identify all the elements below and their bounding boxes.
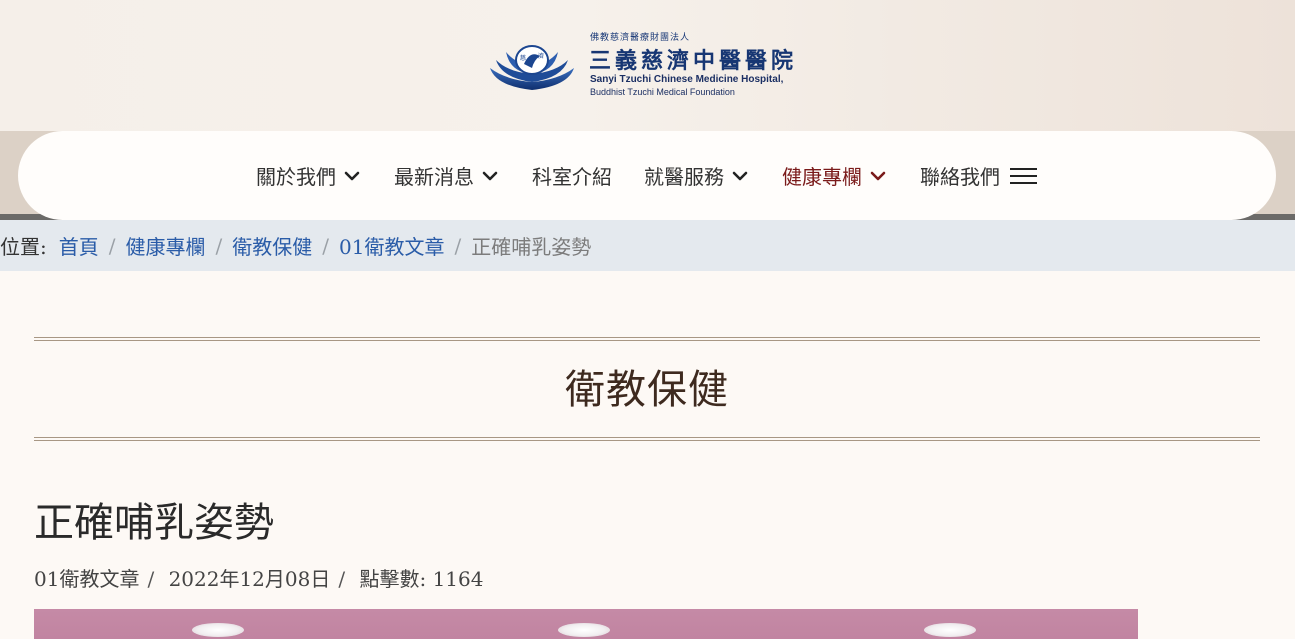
bottle-cap-shape (924, 623, 976, 637)
article-meta: 01衛教文章 / 2022年12月08日 / 點擊數: 1164 (34, 563, 483, 592)
logo-hospital-name: 三義慈濟中醫醫院 (589, 48, 798, 74)
chevron-down-icon (870, 171, 886, 180)
site-header: 慈 濟 佛教慈濟醫療財團法人 三義慈濟中醫醫院 Sanyi Tzuchi Chi… (0, 0, 1295, 131)
breadcrumb-separator: / (322, 233, 329, 258)
nav-item-contact[interactable]: 聯絡我們 (904, 161, 1054, 190)
nav-item-label: 最新消息 (394, 165, 474, 189)
breadcrumb-current: 正確哺乳姿勢 (471, 235, 592, 259)
article-title: 正確哺乳姿勢 (34, 500, 274, 546)
breadcrumb-separator: / (215, 233, 223, 258)
logo-english-foundation: Buddhist Tzuchi Medical Foundation (590, 87, 735, 97)
breadcrumb-separator: / (454, 233, 462, 258)
article-hits-value: 1164 (432, 567, 484, 591)
article-category[interactable]: 01衛教文章 (34, 567, 139, 591)
section-divider-bottom (34, 437, 1260, 441)
nav-item-news[interactable]: 最新消息 (378, 161, 516, 190)
meta-separator: / (338, 567, 346, 591)
section-title: 衛教保健 (565, 367, 729, 413)
lotus-emblem-icon: 慈 濟 (490, 45, 574, 90)
nav-item-label: 就醫服務 (644, 165, 724, 189)
svg-text:濟: 濟 (538, 52, 544, 60)
breadcrumb-link-health-column[interactable]: 健康專欄 (126, 231, 206, 260)
site-logo[interactable]: 慈 濟 佛教慈濟醫療財團法人 三義慈濟中醫醫院 Sanyi Tzuchi Chi… (486, 30, 816, 102)
nav-item-services[interactable]: 就醫服務 (628, 161, 766, 190)
breadcrumb-link-home[interactable]: 首頁 (59, 231, 99, 260)
breadcrumb: 前位置: 首頁 / 健康專欄 / 衛教保健 / 01衛教文章 / 正確哺乳姿勢 (0, 220, 1295, 271)
logo-subtitle: 佛教慈濟醫療財團法人 (590, 33, 691, 43)
main-navigation: 關於我們 最新消息 科室介紹 就醫服務 健康專欄 聯絡我們 (18, 131, 1276, 220)
bottle-cap-shape (558, 623, 610, 637)
chevron-down-icon (482, 171, 498, 180)
nav-item-about[interactable]: 關於我們 (240, 161, 378, 190)
chevron-down-icon (344, 171, 360, 180)
bottle-cap-shape (192, 623, 244, 637)
nav-item-departments[interactable]: 科室介紹 (516, 161, 628, 190)
breadcrumb-link-health-education[interactable]: 衛教保健 (232, 231, 312, 260)
breadcrumb-link-articles[interactable]: 01衛教文章 (339, 231, 444, 260)
logo-english-name: Sanyi Tzuchi Chinese Medicine Hospital, (590, 74, 784, 85)
meta-separator: / (147, 567, 155, 591)
nav-item-label: 科室介紹 (532, 165, 612, 189)
article-hits-label: 點擊數: (359, 567, 427, 591)
breadcrumb-prefix: 前位置: (0, 235, 47, 259)
svg-text:慈: 慈 (520, 54, 526, 62)
nav-item-label: 聯絡我們 (920, 165, 1000, 189)
nav-item-health-column[interactable]: 健康專欄 (766, 161, 904, 190)
section-divider-top (34, 337, 1260, 341)
nav-item-label: 健康專欄 (782, 165, 862, 189)
nav-item-label: 關於我們 (256, 165, 336, 189)
article-date: 2022年12月08日 (168, 567, 331, 591)
chevron-down-icon (732, 171, 748, 180)
article-image (34, 609, 1138, 639)
hamburger-menu-icon[interactable] (1010, 166, 1038, 186)
breadcrumb-separator: / (108, 233, 116, 258)
